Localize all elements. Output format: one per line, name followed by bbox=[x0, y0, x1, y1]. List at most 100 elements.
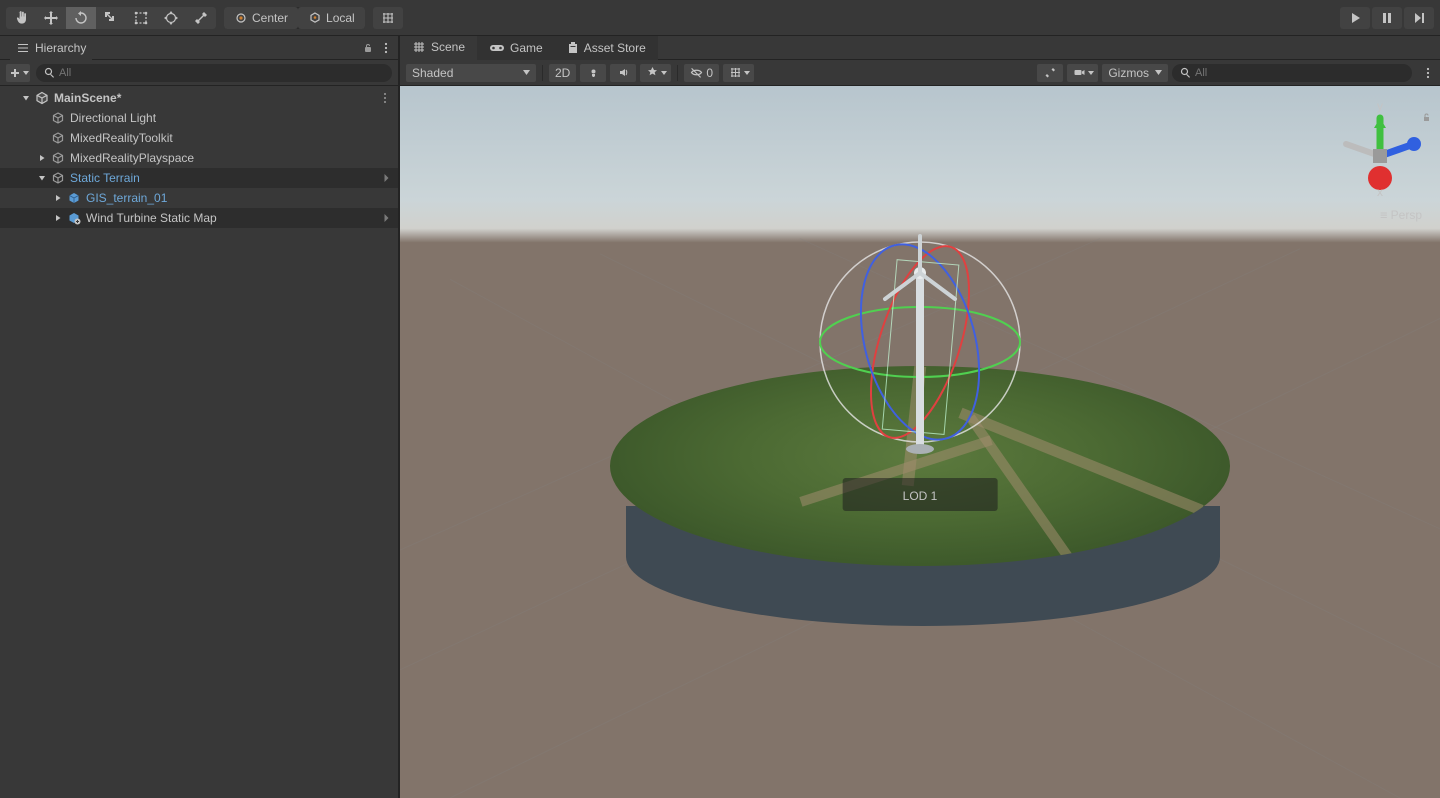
tree-label: GIS_terrain_01 bbox=[86, 191, 167, 205]
foldout-icon[interactable] bbox=[36, 112, 48, 124]
pause-button[interactable] bbox=[1372, 7, 1402, 29]
center-icon bbox=[234, 11, 248, 25]
hidden-count: 0 bbox=[706, 66, 713, 80]
tree-label: Directional Light bbox=[70, 111, 156, 125]
cube-icon bbox=[50, 110, 66, 126]
foldout-icon[interactable] bbox=[52, 192, 64, 204]
cube-icon bbox=[50, 170, 66, 186]
svg-text:x: x bbox=[1377, 185, 1383, 199]
scene-panel: SceneGameAsset Store Shaded 2D 0 Gizmo bbox=[400, 36, 1440, 798]
tree-label: Static Terrain bbox=[70, 171, 140, 185]
shading-dropdown[interactable]: Shaded bbox=[406, 64, 536, 82]
tree-row[interactable]: Directional Light bbox=[0, 108, 398, 128]
tab-icon bbox=[412, 40, 426, 54]
lighting-toggle[interactable] bbox=[580, 64, 606, 82]
hidden-objects[interactable]: 0 bbox=[684, 64, 719, 82]
foldout-icon[interactable] bbox=[52, 212, 64, 224]
scene-viewport[interactable]: LOD 1 y x bbox=[400, 86, 1440, 798]
playback-group bbox=[1340, 7, 1434, 29]
pivot-center-button[interactable]: Center bbox=[224, 7, 298, 29]
gizmo-lock-icon[interactable] bbox=[1421, 112, 1432, 123]
pivot-center-label: Center bbox=[252, 11, 288, 25]
orientation-gizmo[interactable]: y x bbox=[1332, 98, 1428, 208]
tree-row[interactable]: MixedRealityToolkit bbox=[0, 128, 398, 148]
cube-icon bbox=[50, 150, 66, 166]
tab-asset-store[interactable]: Asset Store bbox=[555, 36, 658, 60]
chevron-right-icon[interactable] bbox=[383, 173, 390, 183]
hierarchy-search-input[interactable] bbox=[59, 67, 384, 79]
foldout-icon[interactable] bbox=[20, 92, 32, 104]
hand-tool[interactable] bbox=[6, 7, 36, 29]
hierarchy-tree[interactable]: MainScene* Directional Light MixedRealityT… bbox=[0, 86, 398, 798]
lod-badge: LOD 1 bbox=[843, 478, 998, 511]
tools-button[interactable] bbox=[1037, 64, 1063, 82]
tree-label: MixedRealityToolkit bbox=[70, 131, 173, 145]
move-tool[interactable] bbox=[36, 7, 66, 29]
lock-icon[interactable] bbox=[362, 42, 374, 54]
effects-toggle[interactable] bbox=[640, 64, 671, 82]
tree-row[interactable]: Static Terrain bbox=[0, 168, 398, 188]
pivot-local-label: Local bbox=[326, 11, 355, 25]
scene-toolbar: Shaded 2D 0 Gizmos bbox=[400, 60, 1440, 86]
gizmos-dropdown[interactable]: Gizmos bbox=[1102, 64, 1168, 82]
scene-tabs: Scene Game Asset Store bbox=[400, 36, 1440, 60]
hierarchy-tabs: Hierarchy bbox=[0, 36, 398, 60]
foldout-icon[interactable] bbox=[36, 152, 48, 164]
hierarchy-icon bbox=[16, 41, 30, 55]
transform-tool-group bbox=[6, 7, 216, 29]
shading-label: Shaded bbox=[412, 66, 453, 80]
hierarchy-toolbar bbox=[0, 60, 398, 86]
tree-row[interactable]: MixedRealityPlayspace bbox=[0, 148, 398, 168]
tab-label: Game bbox=[510, 41, 543, 55]
grid-toggle[interactable] bbox=[723, 64, 754, 82]
search-icon bbox=[44, 67, 55, 78]
hierarchy-tab[interactable]: Hierarchy bbox=[10, 36, 92, 60]
search-icon bbox=[1180, 67, 1191, 78]
tab-label: Scene bbox=[431, 40, 465, 54]
audio-toggle[interactable] bbox=[610, 64, 636, 82]
snap-button[interactable] bbox=[373, 7, 403, 29]
2d-toggle[interactable]: 2D bbox=[549, 64, 576, 82]
tree-label: Wind Turbine Static Map bbox=[86, 211, 217, 225]
foldout-icon[interactable] bbox=[36, 172, 48, 184]
custom-tools[interactable] bbox=[186, 7, 216, 29]
chevron-down-icon bbox=[523, 70, 530, 75]
hierarchy-search[interactable] bbox=[36, 64, 392, 82]
scene-icon bbox=[34, 90, 50, 106]
scene-search-input[interactable] bbox=[1195, 67, 1404, 79]
main-toolbar: Center Local bbox=[0, 0, 1440, 36]
tree-label: MainScene* bbox=[54, 91, 121, 105]
more-icon[interactable] bbox=[380, 92, 390, 104]
camera-button[interactable] bbox=[1067, 64, 1098, 82]
panel-menu-icon[interactable] bbox=[1422, 67, 1434, 79]
foldout-icon[interactable] bbox=[36, 132, 48, 144]
projection-label[interactable]: ≡ Persp bbox=[1380, 208, 1422, 222]
tab-label: Asset Store bbox=[584, 41, 646, 55]
tree-row[interactable]: MainScene* bbox=[0, 88, 398, 108]
tab-icon bbox=[567, 41, 579, 55]
tab-scene[interactable]: Scene bbox=[400, 36, 477, 60]
chevron-right-icon[interactable] bbox=[383, 213, 390, 223]
local-icon bbox=[308, 11, 322, 25]
transform-tool[interactable] bbox=[156, 7, 186, 29]
rect-tool[interactable] bbox=[126, 7, 156, 29]
scene-search[interactable] bbox=[1172, 64, 1412, 82]
rotate-tool[interactable] bbox=[66, 7, 96, 29]
tree-row[interactable]: Wind Turbine Static Map bbox=[0, 208, 398, 228]
prefab-icon bbox=[66, 190, 82, 206]
chevron-down-icon bbox=[1155, 70, 1162, 75]
step-button[interactable] bbox=[1404, 7, 1434, 29]
panel-menu-icon[interactable] bbox=[380, 42, 392, 54]
tab-game[interactable]: Game bbox=[477, 36, 555, 60]
tab-icon bbox=[489, 42, 505, 54]
hierarchy-panel: Hierarchy MainScene* Directional Light Mix… bbox=[0, 36, 400, 798]
tree-row[interactable]: GIS_terrain_01 bbox=[0, 188, 398, 208]
gizmos-label: Gizmos bbox=[1108, 66, 1149, 80]
cube-icon bbox=[50, 130, 66, 146]
svg-text:y: y bbox=[1377, 99, 1383, 113]
scale-tool[interactable] bbox=[96, 7, 126, 29]
pivot-group: Center Local bbox=[224, 7, 365, 29]
play-button[interactable] bbox=[1340, 7, 1370, 29]
create-button[interactable] bbox=[6, 64, 30, 82]
pivot-local-button[interactable]: Local bbox=[298, 7, 365, 29]
